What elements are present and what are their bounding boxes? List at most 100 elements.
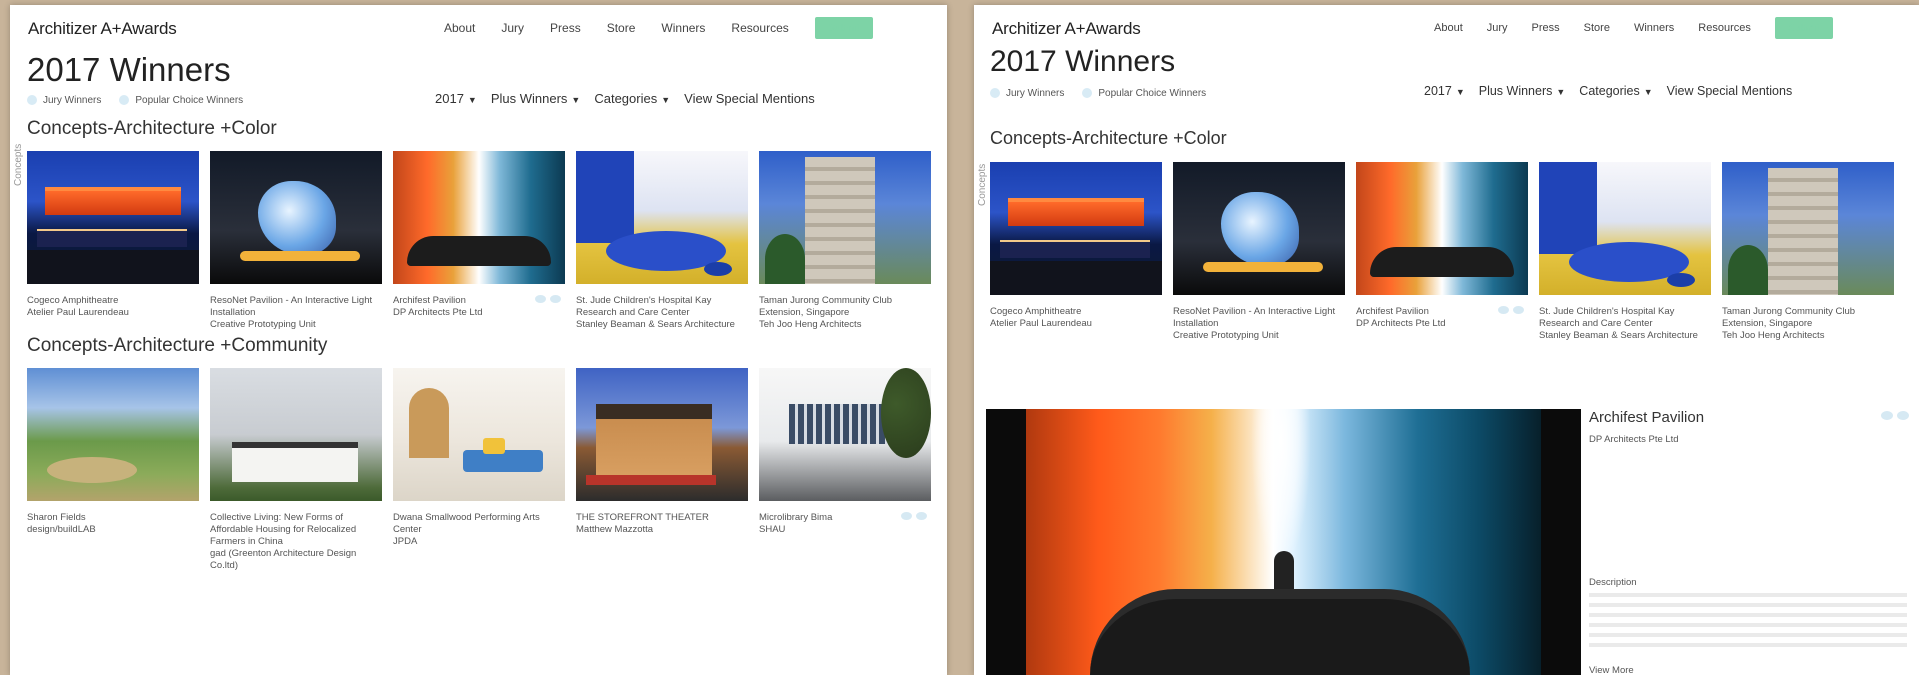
project-thumbnail[interactable] [1722, 162, 1894, 295]
special-mentions-link[interactable]: View Special Mentions [1667, 84, 1793, 98]
project-thumbnail[interactable] [210, 368, 382, 501]
winner-card[interactable]: St. Jude Children's Hospital Kay Researc… [1539, 162, 1711, 342]
card-caption: Collective Living: New Forms of Affordab… [210, 512, 357, 571]
popular-dot-icon [1082, 88, 1093, 99]
category-title: Concepts-Architecture +Color [27, 118, 277, 139]
project-thumbnail[interactable] [576, 151, 748, 284]
description-label: Description [1589, 577, 1637, 588]
nav-press[interactable]: Press [550, 21, 581, 35]
nav-winners[interactable]: Winners [661, 21, 705, 35]
project-thumbnail[interactable] [990, 162, 1162, 295]
project-thumbnail[interactable] [393, 368, 565, 501]
card-caption: ResoNet Pavilion - An Interactive Light … [210, 295, 373, 330]
card-caption: Taman Jurong Community Club Extension, S… [759, 295, 893, 330]
left-page: Architizer A+Awards About Jury Press Sto… [10, 5, 947, 675]
submit-button[interactable]: Submit [814, 17, 873, 39]
winner-badge-icon [535, 295, 563, 303]
winner-card[interactable]: Sharon Fields design/buildLAB [27, 368, 199, 572]
card-caption: Microlibrary Bima SHAU [759, 512, 931, 536]
nav-store[interactable]: Store [1584, 22, 1610, 34]
winner-card[interactable]: Taman Jurong Community Club Extension, S… [759, 151, 931, 331]
winner-card[interactable]: Archifest Pavilion DP Architects Pte Ltd [393, 151, 565, 331]
nav-about[interactable]: About [1434, 22, 1463, 34]
caret-down-icon: ▼ [661, 95, 671, 105]
winners-grid: Cogeco Amphitheatre Atelier Paul Laurende… [990, 162, 1894, 342]
winner-badge-icon [1881, 411, 1909, 420]
winner-card[interactable]: THE STOREFRONT THEATER Matthew Mazzotta [576, 368, 748, 572]
winner-card[interactable]: St. Jude Children's Hospital Kay Researc… [576, 151, 748, 331]
right-page: Architizer A+Awards About Jury Press Sto… [974, 5, 1919, 675]
detail-title: Archifest Pavilion [1589, 409, 1705, 426]
winner-card[interactable]: Taman Jurong Community Club Extension, S… [1722, 162, 1894, 342]
view-more-link[interactable]: View More [1589, 665, 1634, 675]
project-thumbnail[interactable] [27, 368, 199, 501]
nav-store[interactable]: Store [607, 21, 636, 35]
winner-card[interactable]: Cogeco Amphitheatre Atelier Paul Laurende… [990, 162, 1162, 342]
winners-grid: Sharon Fields design/buildLAB Collective … [27, 368, 931, 572]
card-caption: Taman Jurong Community Club Extension, S… [1722, 306, 1856, 341]
side-category-label: Concepts [977, 163, 988, 206]
card-caption: St. Jude Children's Hospital Kay Researc… [576, 295, 735, 330]
project-thumbnail[interactable] [1356, 162, 1528, 295]
project-thumbnail[interactable] [759, 151, 931, 284]
winner-card[interactable]: ResoNet Pavilion - An Interactive Light … [1173, 162, 1345, 342]
card-caption: Sharon Fields design/buildLAB [27, 512, 96, 535]
submit-button[interactable]: Submit [1774, 17, 1833, 39]
winner-card[interactable]: Cogeco Amphitheatre Atelier Paul Laurende… [27, 151, 199, 331]
plus-winners-filter[interactable]: Plus Winners ▼ [1479, 84, 1566, 98]
site-logo[interactable]: Architizer A+Awards [992, 19, 1141, 39]
project-thumbnail[interactable] [210, 151, 382, 284]
project-thumbnail[interactable] [576, 368, 748, 501]
winner-card[interactable]: Dwana Smallwood Performing Arts Center JP… [393, 368, 565, 572]
page-title: 2017 Winners [990, 45, 1176, 78]
winner-card[interactable]: ResoNet Pavilion - An Interactive Light … [210, 151, 382, 331]
filter-bar: 2017 ▼ Plus Winners ▼ Categories ▼ View Spe… [1424, 84, 1792, 98]
plus-winners-filter[interactable]: Plus Winners ▼ [491, 91, 581, 106]
categories-filter[interactable]: Categories ▼ [1579, 84, 1652, 98]
popular-dot-icon [119, 95, 130, 106]
card-caption: Cogeco Amphitheatre Atelier Paul Laurende… [27, 295, 129, 318]
caret-down-icon: ▼ [1455, 87, 1465, 97]
card-caption: ResoNet Pavilion - An Interactive Light … [1173, 306, 1336, 341]
card-caption: St. Jude Children's Hospital Kay Researc… [1539, 306, 1698, 341]
legend: Jury Winners Popular Choice Winners [990, 88, 1206, 99]
nav-jury[interactable]: Jury [1487, 22, 1508, 34]
main-nav: About Jury Press Store Winners Resources… [1434, 17, 1833, 39]
year-filter[interactable]: 2017 ▼ [1424, 84, 1465, 98]
card-caption: Archifest Pavilion DP Architects Pte Ltd [393, 295, 565, 319]
jury-dot-icon [990, 88, 1000, 99]
caret-down-icon: ▼ [1643, 87, 1653, 97]
special-mentions-link[interactable]: View Special Mentions [684, 91, 815, 106]
card-caption: THE STOREFRONT THEATER Matthew Mazzotta [576, 512, 709, 535]
project-thumbnail[interactable] [1173, 162, 1345, 295]
winner-card-selected[interactable]: Archifest Pavilion DP Architects Pte Ltd [1356, 162, 1528, 342]
page-title: 2017 Winners [27, 51, 231, 88]
nav-jury[interactable]: Jury [501, 21, 524, 35]
filter-bar: 2017 ▼ Plus Winners ▼ Categories ▼ View Spe… [435, 91, 815, 106]
detail-firm[interactable]: DP Architects Pte Ltd [1589, 434, 1911, 445]
category-title: Concepts-Architecture +Color [990, 128, 1227, 148]
category-title: Concepts-Architecture +Community [27, 335, 328, 356]
project-thumbnail[interactable] [27, 151, 199, 284]
nav-press[interactable]: Press [1532, 22, 1560, 34]
nav-resources[interactable]: Resources [1698, 22, 1751, 34]
year-filter[interactable]: 2017 ▼ [435, 91, 477, 106]
nav-about[interactable]: About [444, 21, 475, 35]
site-logo[interactable]: Architizer A+Awards [28, 19, 177, 39]
project-thumbnail[interactable] [1539, 162, 1711, 295]
nav-resources[interactable]: Resources [731, 21, 788, 35]
project-detail-panel: Archifest Pavilion DP Architects Pte Ltd… [1589, 409, 1911, 675]
winner-card[interactable]: Collective Living: New Forms of Affordab… [210, 368, 382, 572]
project-detail-image[interactable] [986, 409, 1581, 675]
side-category-label: Concepts [13, 143, 24, 186]
winner-badge-icon [901, 512, 929, 520]
nav-winners[interactable]: Winners [1634, 22, 1674, 34]
legend-jury: Jury Winners [990, 88, 1064, 99]
winners-grid: Cogeco Amphitheatre Atelier Paul Laurende… [27, 151, 931, 331]
project-thumbnail[interactable] [759, 368, 931, 501]
jury-dot-icon [27, 95, 37, 106]
winner-card[interactable]: Microlibrary Bima SHAU [759, 368, 931, 572]
legend-popular: Popular Choice Winners [1082, 88, 1206, 99]
project-thumbnail[interactable] [393, 151, 565, 284]
categories-filter[interactable]: Categories ▼ [594, 91, 670, 106]
